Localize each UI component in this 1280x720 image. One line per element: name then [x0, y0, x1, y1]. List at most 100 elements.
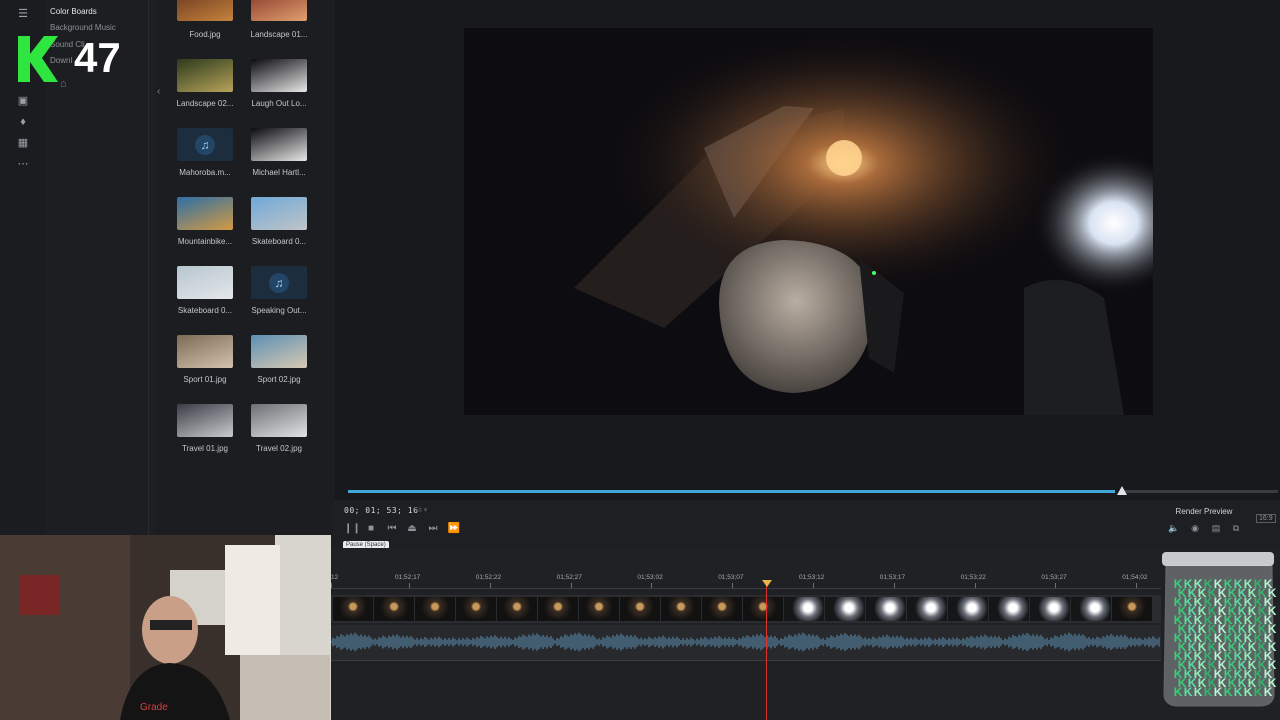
media-name: Laugh Out Lo...: [251, 99, 307, 108]
scrubber-progress[interactable]: [348, 490, 1115, 493]
video-frame-thumbnail: [989, 597, 1029, 621]
video-frame-thumbnail: [579, 597, 619, 621]
video-frame-thumbnail: [743, 597, 783, 621]
jar-counter-overlay: KKKKKKKKKKKKKKKKKKKKKKKKKKKKKKKKKKKKKKKK…: [1160, 548, 1278, 710]
ruler-tick: [489, 583, 491, 588]
media-name: Food.jpg: [189, 30, 221, 39]
video-preview: [464, 28, 1153, 415]
media-thumbnail[interactable]: [177, 404, 233, 437]
transport-bar: [334, 500, 1280, 548]
stream-counter-overlay: 47: [16, 32, 132, 86]
counter-number: 47: [74, 34, 121, 81]
snapshot-icon[interactable]: ◉: [1189, 523, 1201, 534]
media-thumbnail[interactable]: [251, 335, 307, 368]
render-preview-button[interactable]: Render Preview: [1172, 505, 1236, 518]
media-thumbnail[interactable]: [177, 335, 233, 368]
ruler-label: 12: [331, 574, 339, 581]
svg-text:K: K: [1214, 685, 1223, 699]
split-icon[interactable]: ⏏: [405, 523, 419, 535]
preview-quality-icon[interactable]: ▤: [1210, 523, 1222, 534]
media-thumbnail[interactable]: [177, 266, 233, 299]
media-name: Travel 01.jpg: [182, 444, 228, 453]
timecode-display[interactable]: 00; 01; 53; 16: [344, 506, 418, 515]
next-frame-icon[interactable]: ⏭: [426, 523, 440, 535]
media-name: Sport 01.jpg: [183, 375, 227, 384]
video-frame-thumbnail: [456, 597, 496, 621]
audio-track[interactable]: [330, 625, 1161, 661]
video-frame-thumbnail: [620, 597, 660, 621]
svg-text:K: K: [1234, 685, 1243, 699]
ruler-label: 01;53;27: [1041, 574, 1067, 581]
media-thumbnail[interactable]: [251, 404, 307, 437]
media-thumbnail[interactable]: ♫: [177, 128, 233, 161]
ruler-label: 01;53;07: [718, 574, 744, 581]
ruler-tick: [893, 583, 895, 588]
media-name: Landscape 02...: [176, 99, 234, 108]
category-item-background-music[interactable]: Background Music: [50, 23, 116, 32]
media-thumbnail[interactable]: [177, 59, 233, 92]
media-thumbnail[interactable]: [251, 0, 307, 21]
ruler-tick: [813, 583, 814, 588]
svg-text:K: K: [1224, 685, 1233, 699]
video-frame-thumbnail: [661, 597, 701, 621]
video-frame-thumbnail: [784, 597, 824, 621]
ruler-tick: [1136, 583, 1138, 588]
media-name: Speaking Out...: [251, 306, 307, 315]
video-frame-thumbnail: [1030, 597, 1070, 621]
media-thumbnail[interactable]: [251, 59, 307, 92]
media-thumbnail[interactable]: ♫: [251, 266, 307, 299]
timeline-ruler[interactable]: [331, 570, 1161, 589]
ruler-label: 01;53;02: [637, 574, 663, 581]
scrubber-handle[interactable]: [1117, 486, 1127, 495]
previous-frame-icon[interactable]: ⏮: [385, 523, 399, 535]
ruler-tick: [331, 583, 332, 588]
ruler-tick: [570, 583, 572, 588]
collapse-panel-icon[interactable]: ‹: [157, 86, 167, 100]
music-note-icon: ♫: [269, 272, 289, 293]
ruler-label: 01;52;22: [475, 574, 502, 581]
video-frame-thumbnail: [333, 597, 373, 621]
media-name: Skateboard 0...: [251, 237, 307, 246]
video-frame-thumbnail: [702, 597, 742, 621]
media-name: Skateboard 0...: [177, 306, 233, 315]
pause-icon[interactable]: ❙❙: [344, 523, 361, 535]
video-frame-thumbnail: [497, 597, 537, 621]
playhead[interactable]: [766, 583, 767, 720]
media-thumbnail[interactable]: [251, 128, 307, 161]
more-icon[interactable]: ⋯: [16, 158, 30, 170]
svg-text:Grade: Grade: [140, 702, 168, 713]
svg-text:K: K: [1254, 685, 1263, 699]
scrubber-track[interactable]: [1122, 490, 1278, 493]
category-item-color-boards[interactable]: Color Boards: [50, 7, 97, 16]
video-frame-thumbnail: [1112, 597, 1152, 621]
music-note-icon: ♫: [195, 134, 215, 155]
media-name: Travel 02.jpg: [256, 444, 302, 453]
ruler-tick: [974, 583, 976, 588]
ruler-tick: [409, 583, 410, 588]
media-name: Sport 02.jpg: [257, 375, 301, 384]
particle-icon[interactable]: ♦: [16, 116, 30, 128]
svg-text:K: K: [1174, 685, 1183, 699]
video-frame-thumbnail: [825, 597, 865, 621]
media-thumbnail[interactable]: [177, 0, 233, 21]
stop-icon[interactable]: ■: [364, 523, 378, 535]
media-thumbnail[interactable]: [251, 197, 307, 230]
video-frame-thumbnail: [1071, 597, 1111, 621]
ruler-label: 01;53;22: [960, 574, 986, 581]
media-room-icon[interactable]: ☰: [16, 8, 30, 20]
chapter-icon[interactable]: ▦: [16, 137, 30, 149]
zoom-dropdown[interactable]: Fit ▾: [414, 506, 427, 514]
media-name: Mountainbike...: [177, 237, 233, 246]
ruler-label: 01;53;17: [879, 574, 906, 581]
aspect-ratio-badge[interactable]: 16:9: [1256, 514, 1276, 523]
audio-waveform: [330, 632, 1160, 652]
media-thumbnail[interactable]: [177, 197, 233, 230]
media-name: Michael Hartl...: [252, 168, 306, 177]
ruler-tick: [651, 583, 653, 588]
pip-designer-icon[interactable]: ▣: [16, 95, 30, 107]
fast-forward-icon[interactable]: ⏩: [447, 523, 461, 535]
svg-text:K: K: [1244, 685, 1253, 699]
undock-icon[interactable]: ⧉: [1230, 523, 1242, 534]
volume-icon[interactable]: 🔈: [1168, 523, 1180, 534]
playhead-handle[interactable]: [762, 580, 772, 587]
